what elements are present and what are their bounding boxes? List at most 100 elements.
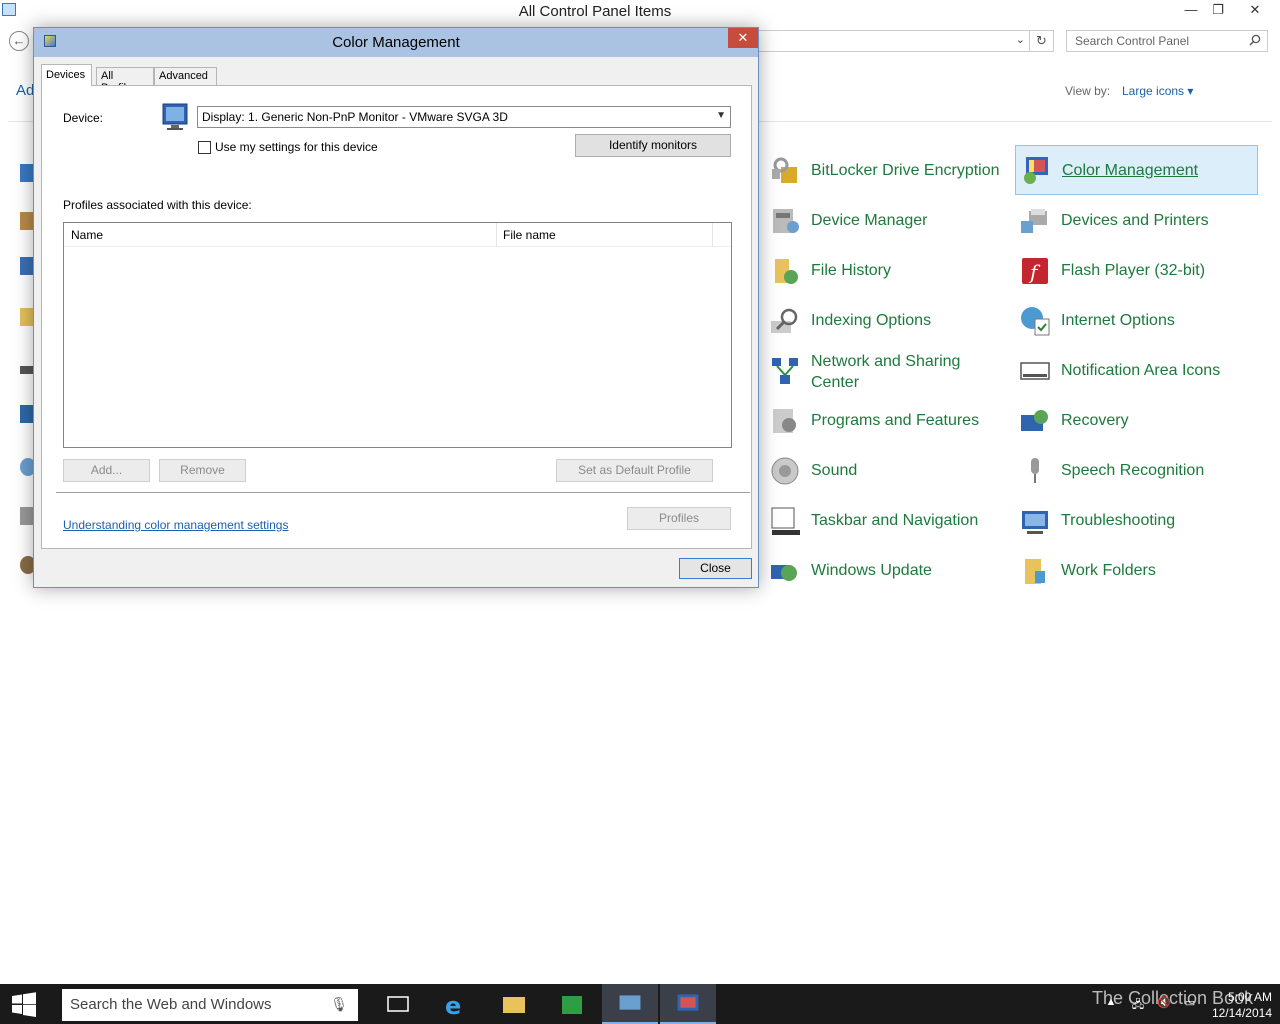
maximize-button[interactable]: ❐: [1205, 0, 1231, 22]
item-file-history[interactable]: File History: [765, 247, 1005, 293]
use-settings-checkbox[interactable]: Use my settings for this device: [198, 140, 378, 154]
taskbar-search-input[interactable]: Search the Web and Windows 🎙: [62, 989, 358, 1021]
file-explorer-icon[interactable]: [486, 984, 542, 1024]
item-speech-recognition[interactable]: Speech Recognition: [1015, 447, 1258, 493]
understanding-link[interactable]: Understanding color management settings: [63, 518, 288, 532]
device-select[interactable]: Display: 1. Generic Non-PnP Monitor - VM…: [197, 106, 731, 128]
column-header-file-name[interactable]: File name: [503, 228, 556, 242]
color-management-taskbar-icon[interactable]: [660, 984, 716, 1024]
chevron-down-icon[interactable]: ▼: [716, 110, 726, 121]
checkbox[interactable]: [198, 140, 211, 154]
item-label: Flash Player (32-bit): [1061, 261, 1206, 279]
control-panel-taskbar-icon[interactable]: [602, 984, 658, 1024]
item-label: Color Management: [1062, 161, 1199, 179]
tab-all-profiles[interactable]: All Profiles: [96, 67, 154, 94]
identify-monitors-button[interactable]: Identify monitors: [575, 134, 731, 157]
item-label: Device Manager: [811, 211, 928, 229]
close-dialog-button[interactable]: Close: [679, 558, 752, 579]
list-header: Name File name: [64, 223, 731, 247]
item-recovery[interactable]: Recovery: [1015, 397, 1258, 443]
bitlocker-icon: [772, 157, 797, 183]
view-by-dropdown[interactable]: Large icons ▾: [1122, 84, 1193, 98]
network-icon[interactable]: 🖧: [1130, 996, 1146, 1011]
minimize-button[interactable]: —: [1178, 0, 1204, 22]
column-separator[interactable]: [496, 223, 497, 247]
item-label: Notification Area Icons: [1061, 361, 1221, 379]
column-separator[interactable]: [712, 223, 713, 247]
item-indexing-options[interactable]: Indexing Options: [765, 297, 1005, 343]
sound-icon: [771, 457, 799, 485]
dialog-title-bar: Color Management ✕: [34, 28, 758, 57]
item-notification-area[interactable]: Notification Area Icons: [1015, 347, 1258, 393]
tray-chevron-up-icon[interactable]: ▲: [1103, 996, 1119, 1010]
item-device-manager[interactable]: Device Manager: [765, 197, 1005, 243]
item-windows-update[interactable]: Windows Update: [765, 547, 1005, 593]
item-devices-printers[interactable]: Devices and Printers: [1015, 197, 1258, 243]
close-button[interactable]: ✕: [1232, 0, 1278, 22]
volume-muted-icon[interactable]: 🔇: [1156, 996, 1172, 1010]
item-internet-options[interactable]: Internet Options: [1015, 297, 1258, 343]
tab-advanced[interactable]: Advanced: [154, 67, 217, 86]
action-center-icon[interactable]: ▭: [1182, 996, 1198, 1010]
item-label: Speech Recognition: [1061, 461, 1205, 479]
item-label: Indexing Options: [811, 311, 932, 329]
item-label: Devices and Printers: [1061, 211, 1209, 229]
search-input[interactable]: Search Control Panel: [1066, 30, 1268, 52]
item-label: Taskbar and Navigation: [811, 511, 979, 529]
address-bar[interactable]: ⌄: [740, 30, 1030, 52]
title-bar: All Control Panel Items — ❐ ✕: [0, 0, 1280, 24]
dialog-close-button[interactable]: ✕: [728, 28, 758, 48]
troubleshooting-icon: [1022, 511, 1048, 534]
item-network-sharing[interactable]: Network and Sharing Center: [765, 347, 1005, 397]
divider: [56, 492, 750, 493]
item-flash-player[interactable]: f Flash Player (32-bit): [1015, 247, 1258, 293]
devices-tab-panel: Device: Display: 1. Generic Non-PnP Moni…: [41, 85, 752, 549]
system-clock[interactable]: 5:00 AM 12/14/2014: [1202, 989, 1272, 1021]
taskbar-search-placeholder: Search the Web and Windows: [70, 996, 272, 1013]
start-button[interactable]: [0, 984, 48, 1024]
profiles-button[interactable]: Profiles: [627, 507, 731, 530]
remove-button[interactable]: Remove: [159, 459, 246, 482]
item-label: Troubleshooting: [1061, 511, 1176, 529]
profiles-list[interactable]: Name File name: [63, 222, 732, 448]
set-default-profile-button[interactable]: Set as Default Profile: [556, 459, 713, 482]
task-view-icon[interactable]: [370, 984, 426, 1024]
tab-devices[interactable]: Devices: [41, 64, 92, 86]
internet-options-icon: [1021, 307, 1050, 336]
item-color-management[interactable]: Color Management: [1015, 145, 1258, 195]
device-label: Device:: [63, 111, 104, 125]
store-icon[interactable]: [544, 984, 600, 1024]
item-work-folders[interactable]: Work Folders: [1015, 547, 1258, 593]
chevron-down-icon[interactable]: ⌄: [1016, 33, 1025, 46]
refresh-button[interactable]: ↻: [1030, 30, 1054, 52]
taskbar: Search the Web and Windows 🎙 e The Colle…: [0, 984, 1280, 1024]
device-manager-icon: [773, 209, 799, 233]
page-heading: Ad: [16, 82, 35, 99]
work-folders-icon: [1025, 559, 1045, 584]
window-title: All Control Panel Items: [518, 3, 672, 20]
color-management-dialog: Color Management ✕ Devices All Profiles …: [33, 27, 759, 588]
windows-update-icon: [771, 565, 797, 581]
file-history-icon: [775, 259, 798, 284]
item-programs-features[interactable]: Programs and Features: [765, 397, 1005, 443]
microphone-icon[interactable]: 🎙: [330, 996, 348, 1013]
item-taskbar-navigation[interactable]: Taskbar and Navigation: [765, 497, 1005, 543]
microphone-icon: [1031, 458, 1039, 483]
item-bitlocker[interactable]: BitLocker Drive Encryption: [765, 147, 1005, 193]
item-sound[interactable]: Sound: [765, 447, 1005, 493]
clock-time: 5:00 AM: [1227, 990, 1272, 1004]
recovery-icon: [1021, 410, 1048, 431]
programs-features-icon: [773, 409, 796, 433]
monitor-icon: [162, 103, 188, 130]
item-troubleshooting[interactable]: Troubleshooting: [1015, 497, 1258, 543]
back-button[interactable]: ←: [9, 31, 29, 51]
taskbar-navigation-icon: [771, 507, 800, 535]
profiles-heading: Profiles associated with this device:: [63, 198, 252, 212]
use-settings-label: Use my settings for this device: [215, 140, 378, 154]
add-button[interactable]: Add...: [63, 459, 150, 482]
search-icon[interactable]: [1249, 34, 1261, 46]
item-label: Sound: [811, 461, 858, 479]
device-select-value: Display: 1. Generic Non-PnP Monitor - VM…: [202, 110, 508, 124]
column-header-name[interactable]: Name: [71, 228, 103, 242]
internet-explorer-icon[interactable]: e: [428, 984, 484, 1024]
